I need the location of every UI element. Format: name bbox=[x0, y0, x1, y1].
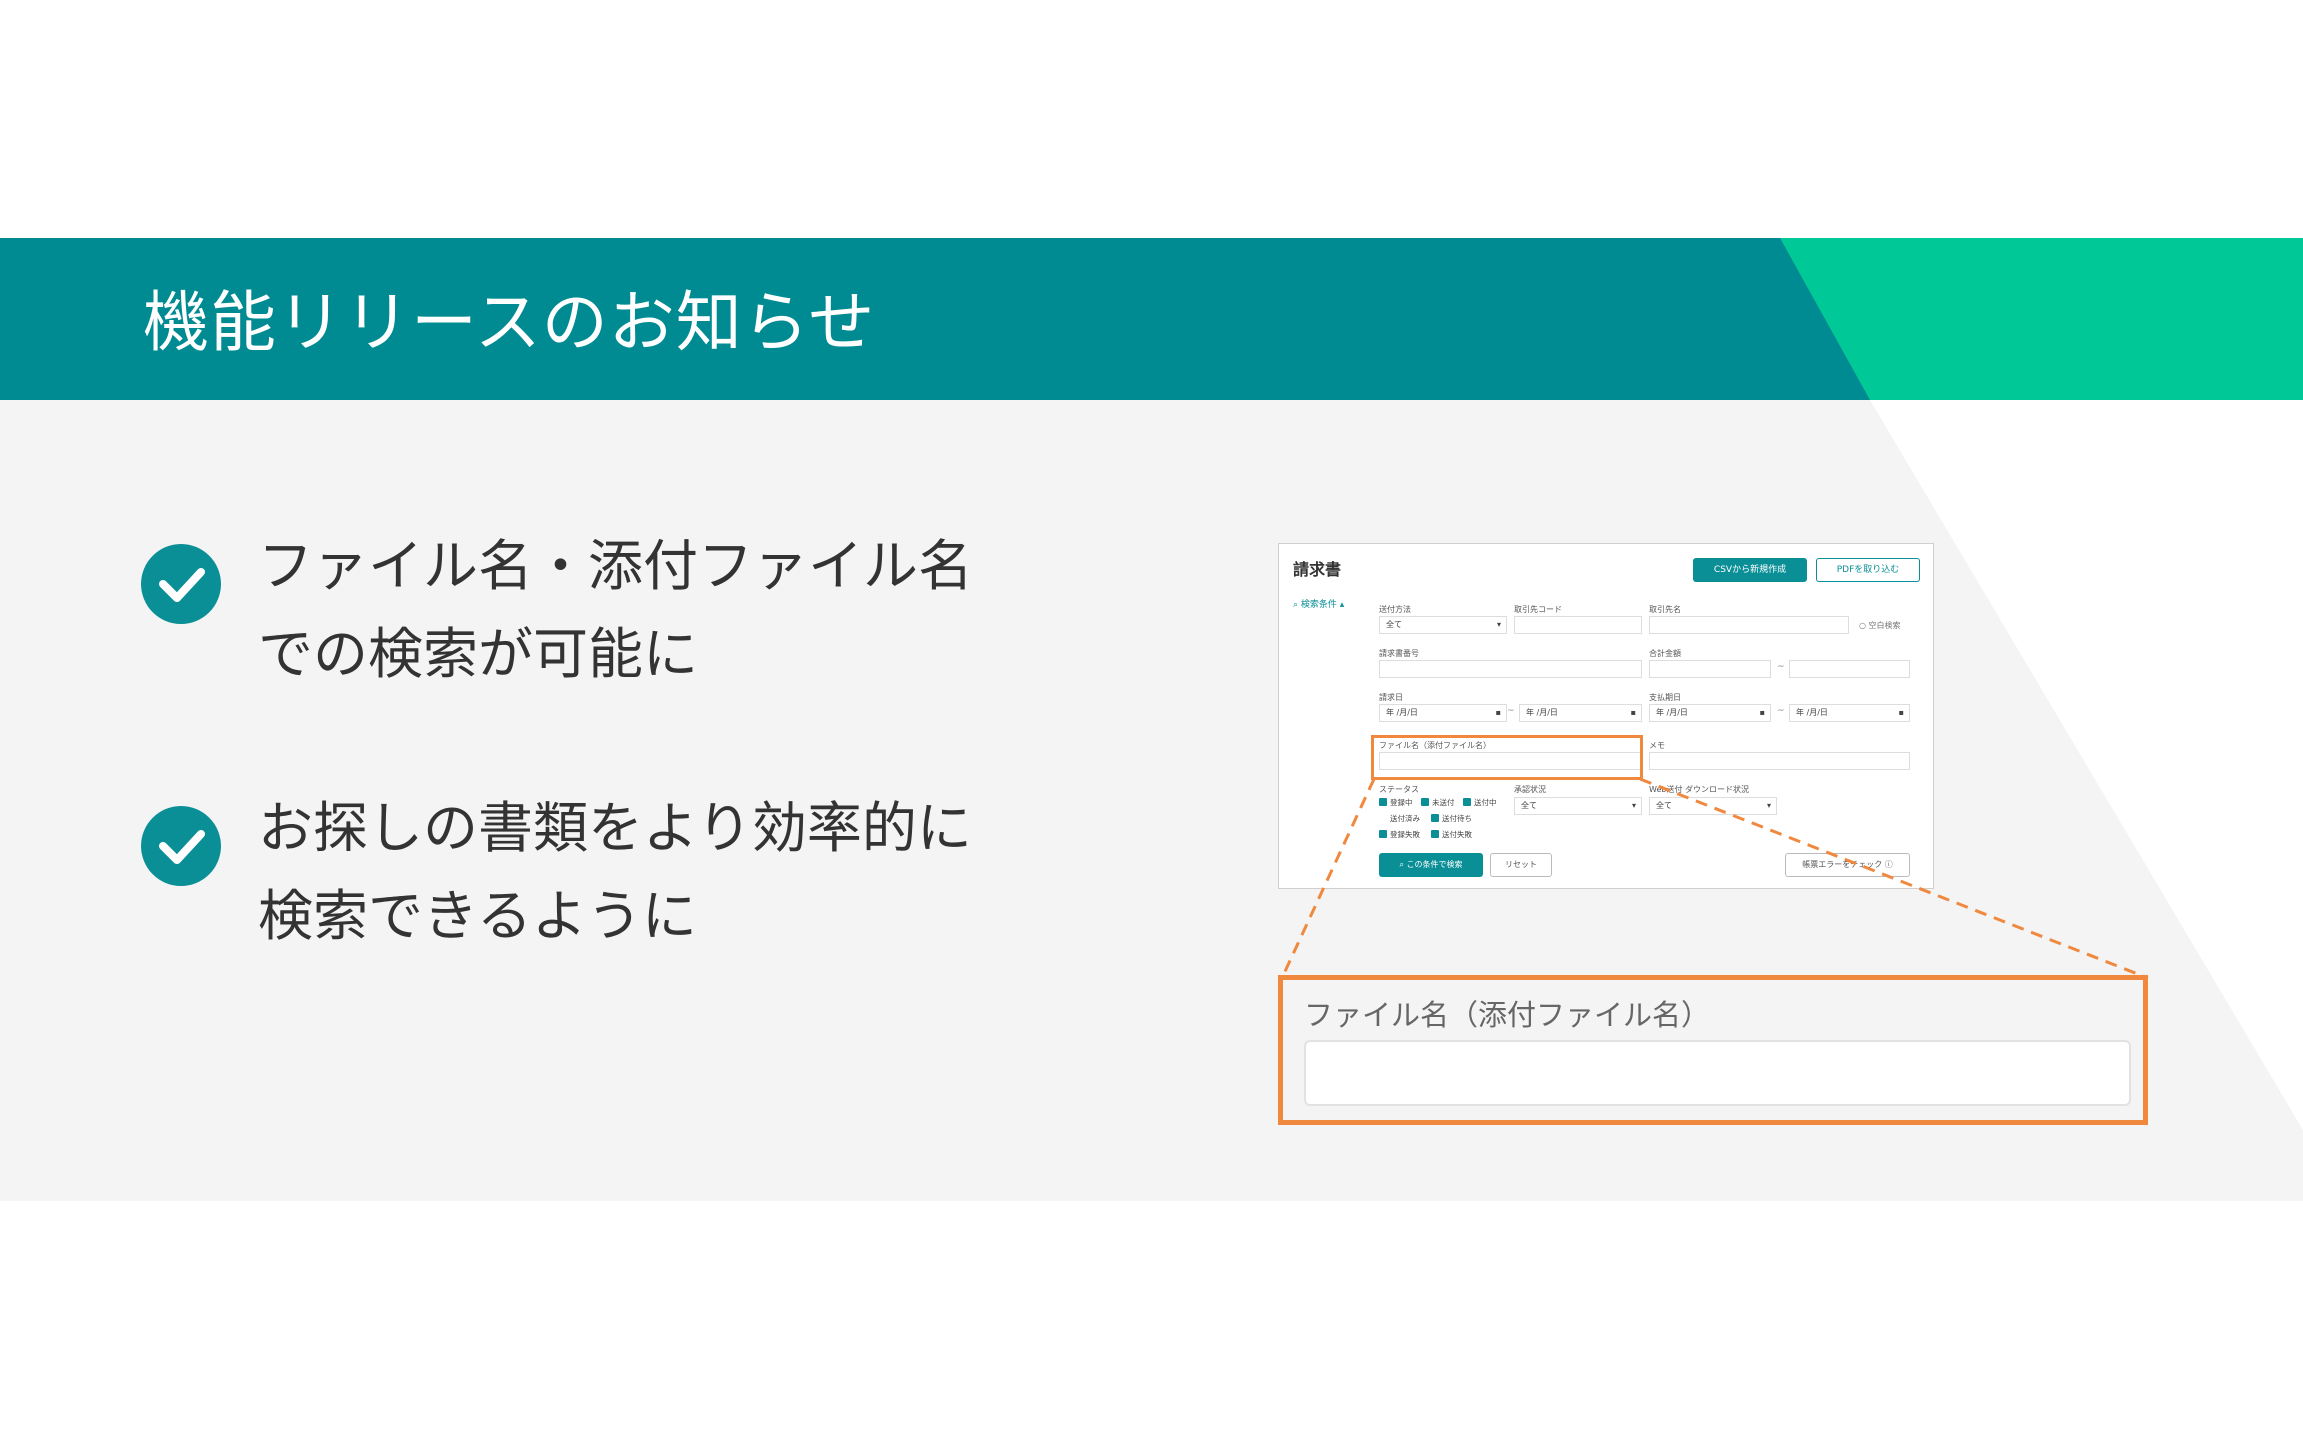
zoomed-file-name-field: ファイル名（添付ファイル名） bbox=[1278, 975, 2148, 1125]
connector-line-right bbox=[1639, 777, 2149, 980]
zoomed-file-name-label: ファイル名（添付ファイル名） bbox=[1304, 998, 1711, 1032]
zoomed-file-name-input[interactable] bbox=[1304, 1040, 2131, 1106]
zoom-connector bbox=[1280, 777, 2149, 980]
connector-line-left bbox=[1280, 778, 1376, 979]
